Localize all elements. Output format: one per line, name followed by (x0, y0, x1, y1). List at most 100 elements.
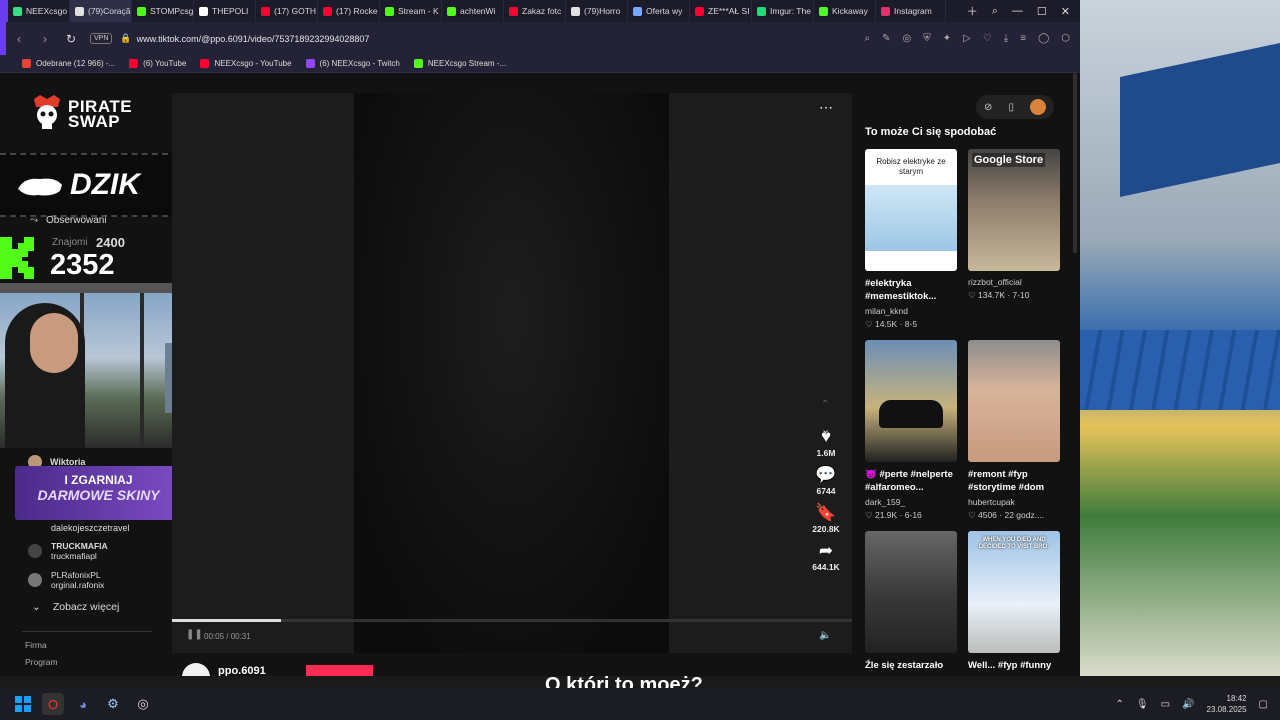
like-button[interactable]: ♥ 1.6M (806, 428, 846, 459)
forward-icon[interactable]: › (32, 32, 58, 46)
rec-card[interactable]: 😈 #perte #nelperte #alfaromeo... dark_15… (865, 340, 957, 521)
avatar[interactable] (1029, 99, 1046, 115)
shield-icon[interactable]: ⛨ (923, 33, 931, 44)
rec-user: dark_159_ (865, 497, 906, 507)
video-player[interactable] (172, 93, 852, 653)
browser-tab[interactable]: Stream - K (380, 0, 442, 22)
rec-stats: ♡ 4506 · 22 godz.... (968, 510, 1045, 520)
obs-icon[interactable]: ◎ (132, 693, 154, 715)
browser-tab[interactable]: Oferta wy (628, 0, 690, 22)
browser-tab[interactable]: Imgur: The (752, 0, 814, 22)
new-tab-icon[interactable]: ＋ (967, 3, 978, 19)
compass-icon[interactable]: ⊘ (984, 102, 992, 113)
volume-icon[interactable]: 🔊 (1182, 699, 1194, 710)
tray-chevron-icon[interactable]: ⌃ (1116, 699, 1124, 710)
tab-label: STOMPcsg (150, 6, 194, 16)
close-icon[interactable]: ✕ (1061, 5, 1070, 18)
tab-favicon-icon (571, 6, 580, 16)
page-scrollbar[interactable] (1073, 73, 1077, 253)
like-count: 1.6M (816, 448, 836, 458)
tab-label: Instagram (894, 6, 932, 16)
tab-label: Kickaway (832, 6, 868, 16)
rec-likes: 134.7K (977, 290, 1005, 300)
rec-date: 22 godz.... (1004, 510, 1045, 520)
rec-user: hubertcupak (968, 497, 1015, 507)
vpn-badge[interactable]: VPN (90, 33, 113, 44)
opera-gx-icon[interactable]: O (42, 693, 64, 715)
rec-thumbnail (865, 340, 957, 462)
windows-start-icon[interactable] (12, 693, 34, 715)
download-icon[interactable]: ⤓ (1004, 33, 1008, 44)
bookmark-item[interactable]: NEEXcsgo - YouTube (200, 59, 292, 68)
microphone-icon[interactable]: 🎙 (1136, 699, 1149, 710)
minimize-icon[interactable]: — (1012, 5, 1023, 17)
sidebar-account-3[interactable]: TRUCKMAFIA truckmafiapl (28, 541, 108, 561)
back-icon[interactable]: ‹ (6, 32, 32, 46)
more-options-icon[interactable]: ⋯ (819, 99, 833, 116)
share-button[interactable]: ➦ 644.1K (806, 542, 846, 573)
profile-icon[interactable]: ◯ (1038, 33, 1049, 44)
counter-small: 2400 (96, 235, 125, 250)
browser-tab[interactable]: ZE***AŁ SI (690, 0, 752, 22)
heart-icon[interactable]: ♡ (983, 33, 992, 44)
camera-icon[interactable]: ◎ (903, 33, 912, 44)
search-icon[interactable]: ⌕ (992, 5, 998, 18)
clock[interactable]: 18:42 23.08.2025 (1207, 693, 1247, 715)
save-button[interactable]: 🔖 220.8K (806, 504, 846, 535)
steam-icon[interactable]: ⚙ (102, 693, 124, 715)
comment-count: 6744 (816, 486, 836, 496)
bookmark-item[interactable]: (6) YouTube (129, 59, 186, 68)
sidebar-following[interactable]: ⤳ Obserwowani (30, 215, 107, 226)
free-skins-banner: I ZGARNIAJ DARMOWE SKINY (15, 466, 182, 520)
rec-card[interactable]: Google Store rizzbot_official ♡ 134.7K ·… (968, 149, 1060, 301)
browser-tab[interactable]: Instagram (876, 0, 946, 22)
phone-icon[interactable]: ▯ (1008, 102, 1014, 113)
edit-icon[interactable]: ✎ (882, 33, 890, 44)
rec-title: Well... #fyp #funny (968, 660, 1052, 671)
rec-card[interactable]: WHEN YOU DIED AND DECIDED TO VISIT BRO: … (968, 531, 1060, 672)
video-progress-bar[interactable] (172, 619, 852, 622)
reload-icon[interactable]: ↻ (58, 32, 84, 46)
sidebar-account-4[interactable]: PLRafonixPL orginal.rafonix (28, 570, 104, 590)
tab-favicon-icon (137, 6, 146, 16)
chevron-up-icon[interactable]: ⌃ (821, 399, 829, 410)
url-input[interactable]: www.tiktok.com/@ppo.6091/video/753718923… (137, 34, 370, 44)
sidebar-account-2[interactable]: dalekojeszczetravel (51, 523, 130, 533)
footer-link-2[interactable]: Program (25, 657, 58, 667)
address-bar: ‹ › ↻ VPN 🔒 www.tiktok.com/@ppo.6091/vid… (0, 22, 1080, 55)
search-page-icon[interactable]: ⌕ (865, 33, 871, 44)
see-more-button[interactable]: ⌄ Zobacz więcej (32, 601, 119, 613)
network-icon[interactable]: ▭ (1161, 699, 1170, 710)
menu-icon[interactable]: ≡ (1020, 33, 1026, 44)
browser-tab[interactable]: STOMPcsg (132, 0, 194, 22)
extension-icon[interactable]: ✦ (943, 33, 951, 44)
browser-tab[interactable]: THEPOLI (194, 0, 256, 22)
comment-button[interactable]: 💬 6744 (806, 466, 846, 497)
maximize-icon[interactable]: ☐ (1037, 5, 1047, 18)
browser-tab[interactable]: (79)Horro (566, 0, 628, 22)
browser-tab[interactable]: Kickaway (814, 0, 876, 22)
rec-card[interactable]: Źle się zestarzało (865, 531, 957, 672)
clock-date: 23.08.2025 (1206, 705, 1247, 714)
skiny-line-2: DARMOWE SKINY (37, 487, 160, 503)
pause-icon[interactable]: ❚❚ (186, 629, 203, 640)
discord-icon[interactable]: ◕ (72, 693, 94, 715)
footer-link-1[interactable]: Firma (25, 640, 47, 650)
browser-tab[interactable]: (17) GOTH (256, 0, 318, 22)
browser-tab[interactable]: NEEXcsgo (8, 0, 70, 22)
browser-tab[interactable]: (17) Rocke (318, 0, 380, 22)
volume-icon[interactable]: 🔈 (819, 630, 831, 641)
play-icon[interactable]: ▷ (963, 33, 971, 44)
bookmark-item[interactable]: (6) NEEXcsgo - Twitch (305, 59, 400, 68)
rec-card[interactable]: Robisz elektryke ze starym #elektryka #m… (865, 149, 957, 330)
box-icon[interactable]: ⬡ (1061, 33, 1070, 44)
browser-tab[interactable]: achtenWi (442, 0, 504, 22)
browser-tab[interactable]: (79)Coração e (70, 0, 132, 22)
rec-card[interactable]: #remont #fyp #storytime #dom hubertcupak… (968, 340, 1060, 521)
bookmark-favicon-icon (22, 59, 31, 68)
bookmark-item[interactable]: NEEXcsgo Stream -... (413, 59, 506, 68)
notification-icon[interactable]: ▢ (1259, 699, 1268, 710)
lock-icon[interactable]: 🔒 (120, 33, 131, 44)
browser-tab[interactable]: Zakaz fotc (504, 0, 566, 22)
bookmark-item[interactable]: Odebrane (12 966) -... (22, 59, 115, 68)
